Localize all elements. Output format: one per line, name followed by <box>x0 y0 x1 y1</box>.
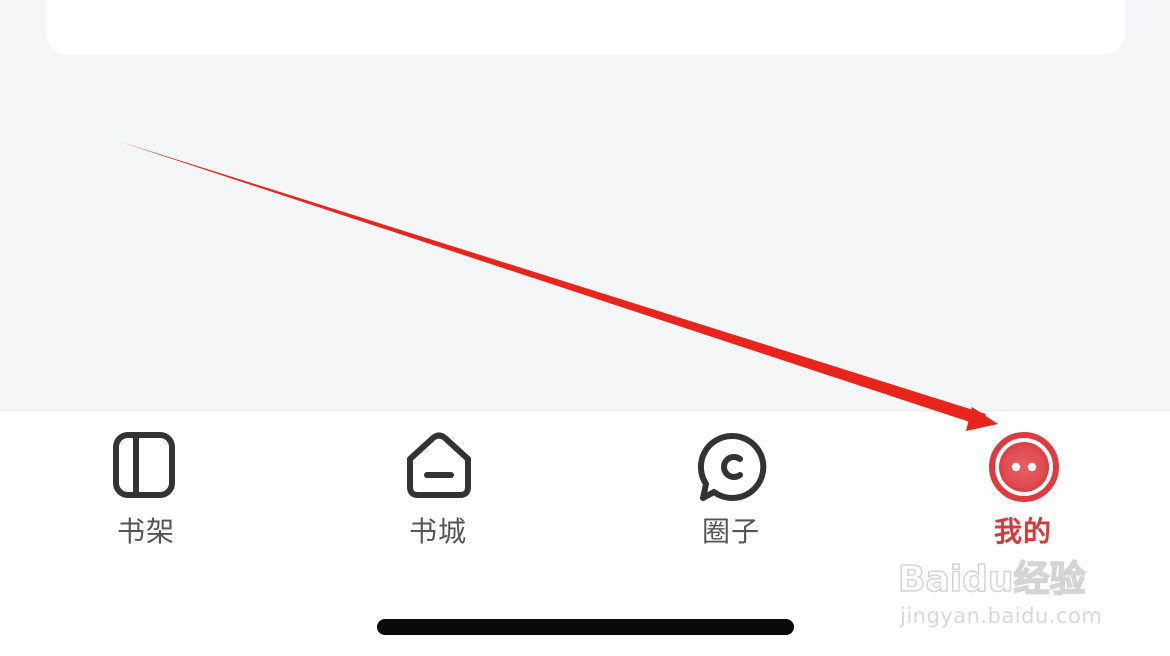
tab-circle[interactable]: 圈子 <box>651 431 811 561</box>
profile-face-icon <box>988 431 1060 503</box>
tab-mine[interactable]: 我的 <box>943 431 1103 561</box>
tab-label: 书架 <box>116 515 175 548</box>
tab-bookstore[interactable]: 书城 <box>358 431 518 561</box>
home-indicator[interactable] <box>377 619 794 635</box>
tab-label: 圈子 <box>701 515 760 548</box>
tab-bookshelf[interactable]: 书架 <box>66 431 226 561</box>
content-card <box>46 0 1125 55</box>
chat-bubble-icon <box>696 431 768 503</box>
tab-label: 书城 <box>408 515 467 548</box>
bookstore-icon <box>403 431 475 503</box>
tab-label: 我的 <box>993 515 1052 548</box>
bookshelf-icon <box>111 431 183 503</box>
